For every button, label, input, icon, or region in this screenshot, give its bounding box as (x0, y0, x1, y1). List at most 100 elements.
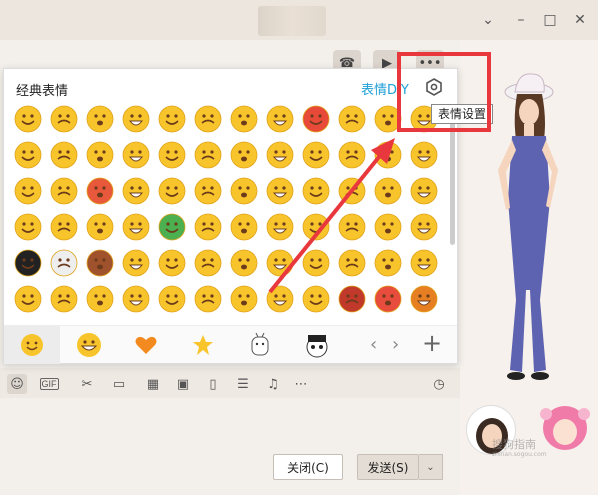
maximize-icon[interactable]: □ (542, 12, 558, 28)
emoji-shy-icon[interactable] (410, 213, 438, 241)
emoji-sleep-icon[interactable] (338, 105, 366, 133)
emoji-wink-icon[interactable] (86, 285, 114, 313)
gif-icon[interactable]: GIF (39, 374, 59, 394)
picture-icon[interactable]: ▣ (173, 374, 193, 394)
emoji-laugh-icon[interactable] (302, 285, 330, 313)
emoji-shy-icon[interactable] (410, 141, 438, 169)
minimize-icon[interactable]: – (513, 12, 529, 28)
category-prev-icon[interactable]: ‹ (370, 334, 377, 355)
emoji-wink-icon[interactable] (86, 213, 114, 241)
image-tool-icon[interactable]: ▦ (143, 374, 163, 394)
emoji-smile-icon[interactable] (14, 105, 42, 133)
emoji-surprise-icon[interactable] (230, 105, 258, 133)
emoji-sad-icon[interactable] (194, 285, 222, 313)
emoji-smile-icon[interactable] (14, 177, 42, 205)
history-clock-icon[interactable]: ◷ (429, 374, 449, 394)
emoji-cry-icon[interactable] (158, 285, 186, 313)
emoji-cool-icon[interactable] (122, 285, 150, 313)
emoji-wink-icon[interactable] (86, 141, 114, 169)
close-icon[interactable]: ✕ (572, 12, 588, 28)
close-button[interactable]: 关闭(C) (273, 454, 343, 480)
emoji-wink-icon[interactable] (86, 249, 114, 277)
emoji-surprise-icon[interactable] (230, 213, 258, 241)
emoji-cry-icon[interactable] (158, 249, 186, 277)
send-options-chevron-icon[interactable]: ⌄ (419, 454, 443, 480)
emoji-cool-icon[interactable] (122, 213, 150, 241)
document-icon[interactable]: ☰ (233, 374, 253, 394)
emoji-sad-icon[interactable] (194, 105, 222, 133)
emoji-sleep-icon[interactable] (338, 285, 366, 313)
emoji-cry-icon[interactable] (158, 213, 186, 241)
emoji-angry-icon[interactable] (266, 249, 294, 277)
emoji-sleep-icon[interactable] (338, 141, 366, 169)
emoji-wink-icon[interactable] (86, 177, 114, 205)
emoji-angry-icon[interactable] (266, 177, 294, 205)
emoji-sleep-icon[interactable] (338, 213, 366, 241)
emoji-cool-icon[interactable] (122, 249, 150, 277)
emoji-surprise-icon[interactable] (230, 177, 258, 205)
emoji-angry-icon[interactable] (266, 105, 294, 133)
emoji-sad-icon[interactable] (194, 177, 222, 205)
emoji-kiss-icon[interactable] (374, 141, 402, 169)
phone-shake-icon[interactable]: ▯ (203, 374, 223, 394)
category-classic-tab[interactable] (4, 326, 60, 364)
emoji-shy-icon[interactable] (410, 177, 438, 205)
emoji-smile-icon[interactable] (14, 213, 42, 241)
emoji-surprise-icon[interactable] (230, 285, 258, 313)
emoji-surprise-icon[interactable] (230, 141, 258, 169)
category-big-emoji-tab[interactable] (61, 326, 117, 364)
emoji-kiss-icon[interactable] (374, 285, 402, 313)
category-custom-two-tab[interactable] (289, 326, 345, 364)
add-category-icon[interactable]: + (422, 329, 442, 357)
emoji-laugh-icon[interactable] (302, 141, 330, 169)
emoji-sleep-icon[interactable] (338, 249, 366, 277)
emoji-cry-icon[interactable] (158, 105, 186, 133)
emoji-sad-icon[interactable] (194, 249, 222, 277)
emoji-wink-icon[interactable] (86, 105, 114, 133)
folder-icon[interactable]: ▭ (109, 374, 129, 394)
music-icon[interactable]: ♫ (263, 374, 283, 394)
emoji-sad-icon[interactable] (194, 213, 222, 241)
chat-toolbar: ☺ GIF ✂ ▭ ▦ ▣ ▯ ☰ ♫ ⋯ ◷ (0, 370, 460, 398)
emoji-angry-icon[interactable] (266, 285, 294, 313)
emoji-kiss-icon[interactable] (374, 249, 402, 277)
scissors-icon[interactable]: ✂ (77, 374, 97, 394)
emoji-cool-icon[interactable] (122, 105, 150, 133)
emoji-cool-icon[interactable] (122, 141, 150, 169)
emoji-shy-icon[interactable] (410, 285, 438, 313)
more-tools-icon[interactable]: ⋯ (291, 374, 311, 394)
message-input[interactable] (0, 398, 460, 495)
emoji-laugh-icon[interactable] (302, 105, 330, 133)
emoji-angry-icon[interactable] (266, 213, 294, 241)
emoji-cool-icon[interactable] (122, 177, 150, 205)
emoji-angry-icon[interactable] (266, 141, 294, 169)
chevron-down-icon[interactable]: ⌄ (480, 12, 496, 28)
emoji-grin-icon[interactable] (50, 177, 78, 205)
emoji-surprise-icon[interactable] (230, 249, 258, 277)
category-star-tab[interactable] (175, 326, 231, 364)
watermark-url: zhinan.sogou.com (492, 451, 547, 458)
emoji-grin-icon[interactable] (50, 105, 78, 133)
emoji-cry-icon[interactable] (158, 141, 186, 169)
emoji-grin-icon[interactable] (50, 249, 78, 277)
emoji-grin-icon[interactable] (50, 141, 78, 169)
emoji-kiss-icon[interactable] (374, 177, 402, 205)
send-button[interactable]: 发送(S) (357, 454, 419, 480)
emoji-sad-icon[interactable] (194, 141, 222, 169)
emoji-shy-icon[interactable] (410, 249, 438, 277)
emoji-smile-icon[interactable] (14, 285, 42, 313)
emoji-icon[interactable]: ☺ (7, 374, 27, 394)
emoji-cry-icon[interactable] (158, 177, 186, 205)
emoji-sleep-icon[interactable] (338, 177, 366, 205)
emoji-kiss-icon[interactable] (374, 213, 402, 241)
category-next-icon[interactable]: › (392, 334, 399, 355)
emoji-laugh-icon[interactable] (302, 213, 330, 241)
emoji-smile-icon[interactable] (14, 249, 42, 277)
category-custom-one-tab[interactable] (232, 326, 288, 364)
emoji-grin-icon[interactable] (50, 285, 78, 313)
emoji-laugh-icon[interactable] (302, 177, 330, 205)
emoji-grin-icon[interactable] (50, 213, 78, 241)
category-favorites-heart-tab[interactable] (118, 326, 174, 364)
emoji-laugh-icon[interactable] (302, 249, 330, 277)
emoji-smile-icon[interactable] (14, 141, 42, 169)
